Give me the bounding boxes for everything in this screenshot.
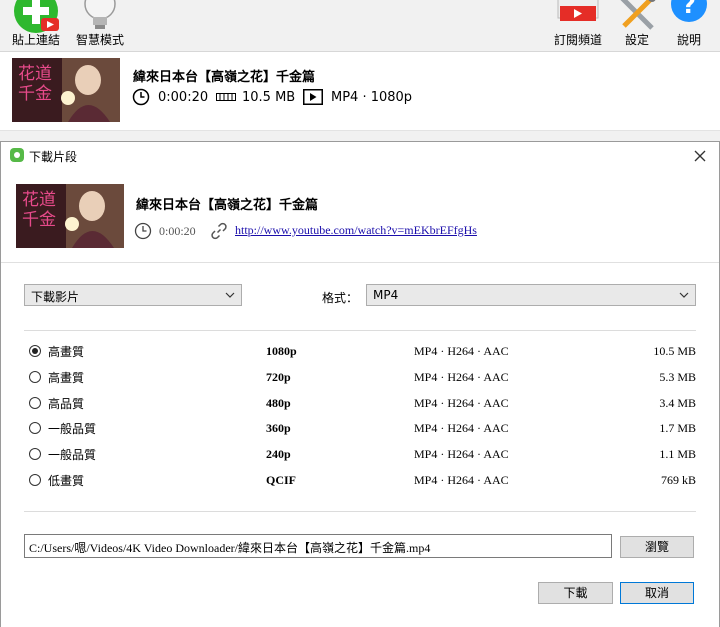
radio-button[interactable] (29, 448, 41, 460)
format-value: MP4 (373, 288, 399, 302)
item-size: 10.5 MB (242, 90, 296, 105)
quality-option-240p[interactable]: 一般品質 240p MP4 · H264 · AAC 1.1 MB (24, 444, 696, 466)
subscribe-icon (557, 0, 599, 21)
dialog-title: 下載片段 (29, 150, 78, 164)
dialog-video-thumbnail: 花道 千金 (16, 184, 124, 248)
divider (24, 511, 696, 512)
app-logo-icon (10, 148, 24, 162)
quality-label: 一般品質 (48, 448, 97, 462)
divider (1, 262, 719, 263)
codec: MP4 · H264 · AAC (414, 447, 509, 461)
subscribe-label: 訂閱頻道 (553, 33, 602, 47)
thumbnail-text: 千金 (22, 210, 56, 230)
radio-button[interactable] (29, 474, 41, 486)
browse-button[interactable]: 瀏覽 (620, 536, 694, 558)
video-format-icon (303, 89, 323, 105)
video-url-link[interactable]: http://www.youtube.com/watch?v=mEKbrEFfg… (235, 223, 477, 238)
download-type-value: 下載影片 (31, 290, 80, 304)
resolution: 720p (266, 370, 291, 384)
dialog-video-duration: 0:00:20 (159, 224, 196, 238)
thumbnail-text: 千金 (18, 84, 52, 104)
paste-link-label: 貼上連結 (11, 33, 60, 47)
cancel-button[interactable]: 取消 (620, 582, 694, 604)
quality-option-1080p[interactable]: 高畫質 1080p MP4 · H264 · AAC 10.5 MB (24, 341, 696, 363)
resolution: 360p (266, 421, 291, 435)
clock-icon (132, 88, 150, 106)
file-size: 10.5 MB (653, 344, 696, 358)
file-size: 1.1 MB (659, 447, 696, 461)
quality-option-360p[interactable]: 一般品質 360p MP4 · H264 · AAC 1.7 MB (24, 418, 696, 440)
file-size: 1.7 MB (659, 421, 696, 435)
quality-label: 高畫質 (48, 371, 85, 385)
settings-label: 設定 (624, 33, 649, 47)
thumbnail-text: 花道 (18, 64, 52, 84)
codec: MP4 · H264 · AAC (414, 421, 509, 435)
paste-link-button[interactable]: 貼上連結 (8, 0, 64, 51)
quality-label: 一般品質 (48, 422, 97, 436)
file-size-icon (216, 93, 236, 101)
link-icon (211, 222, 227, 240)
help-label: 說明 (676, 33, 701, 47)
resolution: 240p (266, 447, 291, 461)
download-button[interactable]: 下載 (538, 582, 613, 604)
resolution: 1080p (266, 344, 297, 358)
main-toolbar: 貼上連結 智慧模式 訂閱頻道 設定 ? 說明 (0, 0, 720, 52)
help-button[interactable]: ? 說明 (664, 0, 714, 51)
quality-option-720p[interactable]: 高畫質 720p MP4 · H264 · AAC 5.3 MB (24, 367, 696, 389)
item-title: 緯來日本台【高嶺之花】千金篇 (133, 70, 316, 85)
quality-label: 高品質 (48, 397, 85, 411)
thumbnail-text: 花道 (22, 190, 56, 210)
smart-mode-label: 智慧模式 (75, 33, 124, 47)
resolution: QCIF (266, 473, 296, 487)
list-gap (0, 131, 720, 141)
smart-mode-button[interactable]: 智慧模式 (72, 0, 128, 51)
quality-option-qcif[interactable]: 低畫質 QCIF MP4 · H264 · AAC 769 kB (24, 470, 696, 492)
help-icon: ? (671, 0, 707, 22)
quality-option-480p[interactable]: 高品質 480p MP4 · H264 · AAC 3.4 MB (24, 393, 696, 415)
chevron-down-icon (679, 292, 689, 298)
video-thumbnail: 花道 千金 (12, 58, 120, 122)
format-select[interactable]: MP4 (366, 284, 696, 306)
radio-button[interactable] (29, 422, 41, 434)
close-icon[interactable] (690, 146, 710, 166)
file-size: 3.4 MB (659, 396, 696, 410)
settings-button[interactable]: 設定 (612, 0, 662, 51)
quality-label: 低畫質 (48, 474, 85, 488)
codec: MP4 · H264 · AAC (414, 396, 509, 410)
wrench-screwdriver-icon (620, 0, 656, 30)
svg-text:?: ? (682, 0, 696, 19)
save-path-input[interactable]: C:/Users/嗯/Videos/4K Video Downloader/緯來… (24, 534, 612, 558)
quality-label: 高畫質 (48, 345, 85, 359)
file-size: 769 kB (660, 473, 696, 487)
codec: MP4 · H264 · AAC (414, 473, 509, 487)
radio-button[interactable] (29, 345, 41, 357)
resolution: 480p (266, 396, 291, 410)
radio-button[interactable] (29, 371, 41, 383)
save-path-value: C:/Users/嗯/Videos/4K Video Downloader/緯來… (29, 541, 431, 555)
item-format: MP4 · 1080p (331, 90, 413, 105)
download-type-select[interactable]: 下載影片 (24, 284, 242, 306)
format-label: 格式： (322, 291, 359, 305)
codec: MP4 · H264 · AAC (414, 370, 509, 384)
chevron-down-icon (225, 292, 235, 298)
subscribe-button[interactable]: 訂閱頻道 (550, 0, 606, 51)
dialog-video-title: 緯來日本台【高嶺之花】千金篇 (136, 198, 319, 213)
codec: MP4 · H264 · AAC (414, 344, 509, 358)
divider (24, 330, 696, 331)
clock-icon (134, 222, 152, 240)
file-size: 5.3 MB (659, 370, 696, 384)
radio-button[interactable] (29, 397, 41, 409)
item-duration: 0:00:20 (158, 90, 209, 105)
